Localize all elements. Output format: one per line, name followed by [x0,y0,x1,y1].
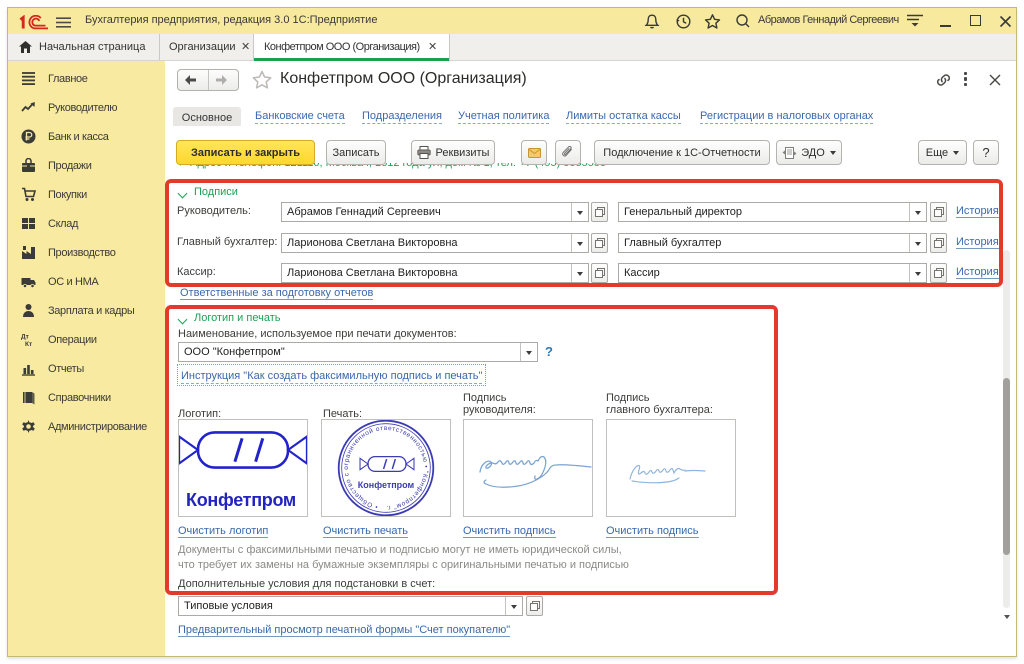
svg-text:Кт: Кт [25,341,32,347]
svg-text:Дт: Дт [21,334,29,341]
